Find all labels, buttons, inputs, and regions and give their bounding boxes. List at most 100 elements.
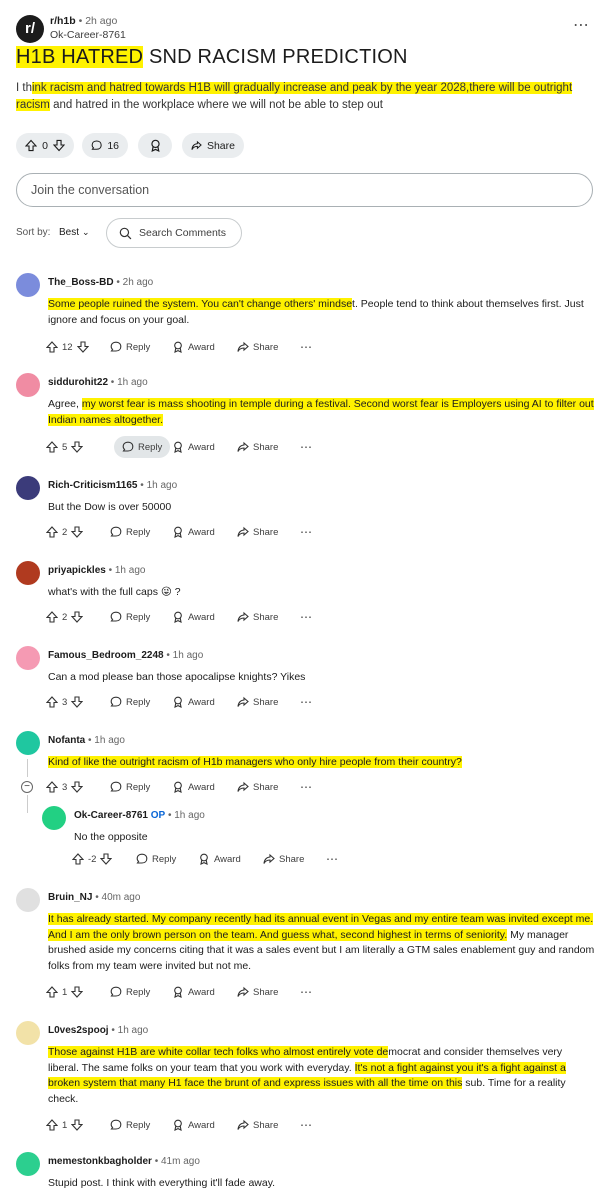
- subreddit-name[interactable]: r/h1b: [50, 15, 76, 27]
- reply-button[interactable]: Reply: [110, 981, 150, 1003]
- upvote-icon[interactable]: [46, 696, 58, 708]
- reply-button[interactable]: Reply: [110, 336, 150, 358]
- downvote-icon[interactable]: [71, 611, 84, 623]
- subreddit-avatar-icon[interactable]: r/: [16, 15, 44, 43]
- share-button[interactable]: Share: [237, 1114, 278, 1136]
- comment-username[interactable]: siddurohit22: [48, 377, 108, 388]
- downvote-icon[interactable]: [71, 441, 84, 453]
- comment-text-highlight: Some people ruined the system. You can't…: [48, 298, 353, 310]
- share-button[interactable]: Share: [237, 776, 278, 798]
- avatar[interactable]: [42, 806, 66, 830]
- avatar[interactable]: [16, 888, 40, 912]
- upvote-icon[interactable]: [46, 781, 58, 793]
- upvote-icon[interactable]: [46, 1119, 58, 1131]
- comment-username[interactable]: Famous_Bedroom_2248: [48, 650, 164, 661]
- comment-username[interactable]: Nofanta: [48, 735, 85, 746]
- post-comments-button[interactable]: 16: [82, 133, 128, 158]
- more-options-icon[interactable]: ⋯: [300, 336, 312, 358]
- downvote-icon[interactable]: [52, 139, 65, 152]
- award-button[interactable]: Award: [172, 606, 215, 628]
- comment-username[interactable]: L0ves2spooj: [48, 1025, 109, 1036]
- share-button[interactable]: Share: [237, 436, 278, 458]
- comment-vote: 1: [46, 1114, 84, 1136]
- downvote-icon[interactable]: [100, 853, 113, 865]
- share-button[interactable]: Share: [237, 606, 278, 628]
- downvote-icon[interactable]: [76, 341, 89, 353]
- more-options-icon[interactable]: ⋯: [300, 606, 312, 628]
- award-button[interactable]: Award: [172, 436, 215, 458]
- downvote-icon[interactable]: [71, 526, 84, 538]
- avatar[interactable]: [16, 561, 40, 585]
- share-label: Share: [253, 611, 279, 623]
- more-options-icon[interactable]: ⋯: [300, 981, 312, 1003]
- reply-icon: [110, 696, 122, 707]
- search-comments-button[interactable]: Search Comments: [106, 218, 242, 248]
- comment-text: No the opposite: [74, 830, 596, 846]
- more-options-icon[interactable]: ⋯: [300, 1114, 312, 1136]
- comment-meta: Nofanta • 1h ago: [48, 735, 125, 746]
- downvote-icon[interactable]: [71, 986, 84, 998]
- award-button[interactable]: Award: [172, 776, 215, 798]
- avatar[interactable]: [16, 1021, 40, 1045]
- upvote-icon[interactable]: [72, 853, 84, 865]
- comment-username[interactable]: Ok-Career-8761: [74, 810, 148, 821]
- award-button[interactable]: Award: [172, 336, 215, 358]
- comment-username[interactable]: memestonkbagholder: [48, 1156, 152, 1167]
- upvote-icon[interactable]: [46, 611, 58, 623]
- share-button[interactable]: Share: [237, 981, 278, 1003]
- more-options-icon[interactable]: ⋯: [300, 776, 312, 798]
- comment-username[interactable]: Rich-Criticism1165: [48, 480, 138, 491]
- post-author[interactable]: Ok-Career-8761: [50, 29, 126, 41]
- award-button[interactable]: Award: [172, 521, 215, 543]
- share-button[interactable]: Share: [237, 336, 278, 358]
- reply-button[interactable]: Reply: [114, 436, 171, 458]
- upvote-icon[interactable]: [25, 139, 38, 152]
- comment-text-highlight: my worst fear is mass shooting in temple…: [48, 398, 594, 426]
- comment-time: 1h ago: [146, 480, 178, 491]
- avatar[interactable]: [16, 1152, 40, 1176]
- share-button[interactable]: Share: [237, 521, 278, 543]
- join-conversation-input[interactable]: Join the conversation: [16, 173, 593, 207]
- downvote-icon[interactable]: [71, 781, 84, 793]
- share-button[interactable]: Share: [237, 691, 278, 713]
- reply-button[interactable]: Reply: [110, 1114, 150, 1136]
- upvote-icon[interactable]: [46, 526, 58, 538]
- reply-button[interactable]: Reply: [110, 691, 150, 713]
- upvote-icon[interactable]: [46, 341, 58, 353]
- upvote-icon[interactable]: [46, 441, 58, 453]
- more-options-icon[interactable]: ⋯: [326, 848, 338, 870]
- award-button[interactable]: Award: [172, 691, 215, 713]
- collapse-thread-icon[interactable]: −: [21, 781, 33, 793]
- reply-button[interactable]: Reply: [110, 521, 150, 543]
- reply-button[interactable]: Reply: [136, 848, 176, 870]
- comment-time: 1h ago: [114, 565, 146, 576]
- more-options-icon[interactable]: ⋯: [573, 15, 589, 35]
- upvote-icon[interactable]: [46, 986, 58, 998]
- downvote-icon[interactable]: [71, 696, 84, 708]
- avatar[interactable]: [16, 373, 40, 397]
- avatar[interactable]: [16, 273, 40, 297]
- post-award-button[interactable]: [138, 133, 172, 158]
- award-button[interactable]: Award: [172, 1114, 215, 1136]
- chevron-down-icon[interactable]: ⌄: [82, 227, 90, 238]
- avatar[interactable]: [16, 646, 40, 670]
- comment-text: Can a mod please ban those apocalipse kn…: [48, 670, 596, 686]
- more-options-icon[interactable]: ⋯: [300, 521, 312, 543]
- more-options-icon[interactable]: ⋯: [300, 691, 312, 713]
- comment-username[interactable]: priyapickles: [48, 565, 106, 576]
- post-share-button[interactable]: Share: [182, 133, 244, 158]
- avatar[interactable]: [16, 476, 40, 500]
- reply-button[interactable]: Reply: [110, 776, 150, 798]
- award-button[interactable]: Award: [172, 981, 215, 1003]
- downvote-icon[interactable]: [71, 1119, 84, 1131]
- comment-username[interactable]: The_Boss-BD: [48, 277, 114, 288]
- share-icon: [237, 781, 249, 792]
- post-body: I think racism and hatred towards H1B wi…: [16, 80, 592, 114]
- more-options-icon[interactable]: ⋯: [300, 436, 312, 458]
- comment-username[interactable]: Bruin_NJ: [48, 892, 92, 903]
- reply-button[interactable]: Reply: [110, 606, 150, 628]
- avatar[interactable]: [16, 731, 40, 755]
- award-button[interactable]: Award: [198, 848, 241, 870]
- share-button[interactable]: Share: [263, 848, 304, 870]
- sort-dropdown[interactable]: Best: [59, 227, 79, 238]
